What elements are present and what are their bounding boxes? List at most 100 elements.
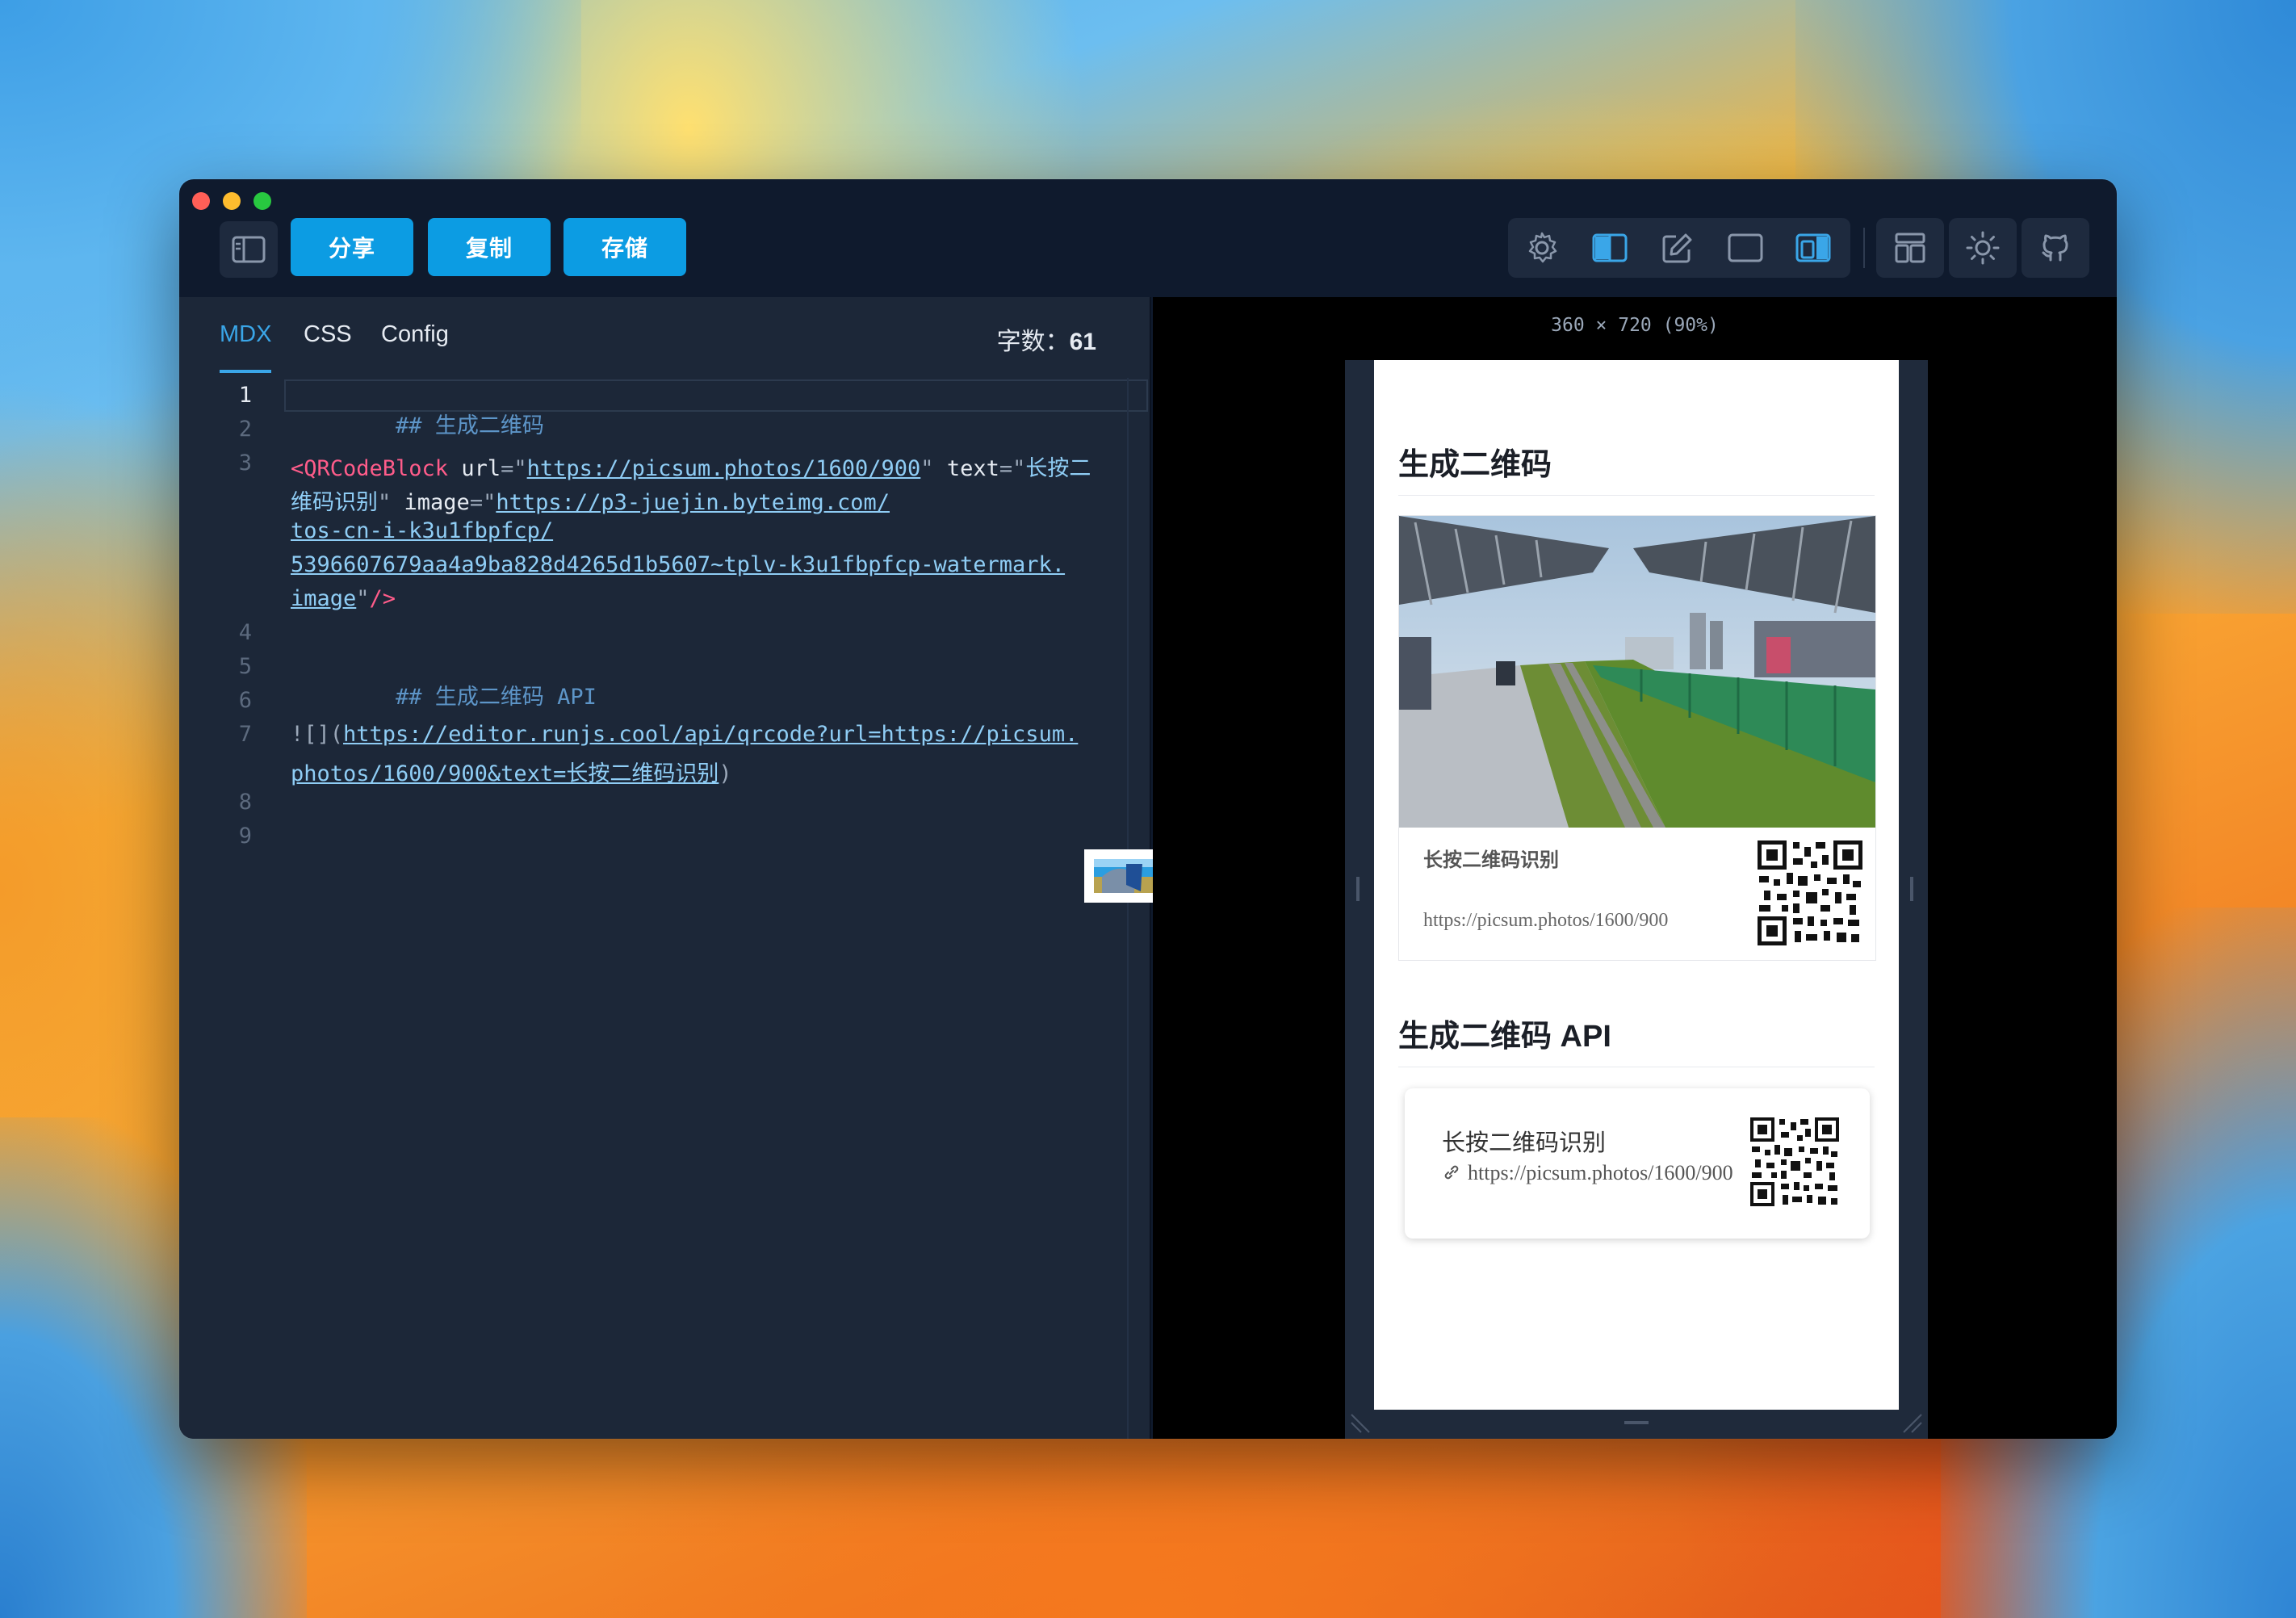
tab-config[interactable]: Config	[381, 321, 449, 348]
code-token: ="	[501, 456, 527, 481]
code-link[interactable]: https://p3-juejin.byteimg.com/	[496, 490, 890, 515]
sun-icon	[1966, 231, 2000, 265]
code-token: image	[391, 490, 470, 515]
code-token: "	[920, 456, 934, 481]
save-button[interactable]: 存储	[564, 218, 686, 276]
qr-code-block: 长按二维码识别 https://picsum.photos/1600/900	[1398, 515, 1876, 961]
code-token: ![](	[291, 722, 344, 747]
qr-caption: 长按二维码识别	[1423, 849, 1559, 871]
code-token: text	[933, 456, 999, 481]
line-number: 4	[238, 620, 252, 645]
code-link[interactable]: 5396607679aa4a9ba828d4265d1b5607~tplv-k3…	[291, 552, 1065, 577]
code-link[interactable]: https://editor.runjs.cool/api/qrcode?url…	[343, 722, 1078, 747]
qr-code-icon	[1758, 840, 1862, 945]
line-number: 5	[238, 654, 252, 679]
api-card-url: https://picsum.photos/1600/900	[1468, 1161, 1733, 1184]
sidebar-icon	[232, 236, 266, 263]
line-number: 2	[238, 417, 252, 442]
code-token: ## 生成二维码 API	[396, 685, 597, 710]
preview-pane: 360 × 720 (90%) 生成二维码 长按二维码识别 https://pi…	[1153, 297, 2117, 1439]
preview-heading: 生成二维码	[1398, 439, 1875, 496]
edit-icon	[1662, 233, 1692, 263]
code-line-7-wrap-1: photos/1600/900&text=长按二维码识别)	[291, 756, 732, 787]
code-token: url	[448, 456, 501, 481]
api-card-link[interactable]: https://picsum.photos/1600/900	[1442, 1161, 1741, 1185]
code-token: "	[378, 490, 392, 515]
station-photo	[1399, 516, 1875, 828]
window-icon	[1728, 233, 1763, 262]
resize-handle-bottom[interactable]	[1624, 1421, 1649, 1424]
share-button[interactable]: 分享	[291, 218, 413, 276]
word-count-value: 61	[1069, 329, 1096, 355]
app-window: 分享 复制 存储 MDX CSS Config 字数：61 1 2 3 4 5 …	[179, 179, 2117, 1439]
code-token: "	[356, 586, 370, 611]
code-token: ="	[469, 490, 496, 515]
editor-pane: MDX CSS Config 字数：61 1 2 3 4 5 6 7 8 9 #…	[179, 297, 1151, 1439]
zoom-window-button[interactable]	[253, 192, 271, 210]
code-token: ="	[999, 456, 1026, 481]
line-number: 7	[238, 722, 252, 747]
resize-corner-bottom-right[interactable]	[1900, 1411, 1925, 1436]
line-number: 3	[238, 451, 252, 476]
mobile-view-icon	[1795, 233, 1831, 262]
toolbar-divider	[1863, 228, 1865, 268]
api-card-title: 长按二维码识别	[1442, 1130, 1607, 1156]
code-token: <QRCodeBlock	[291, 456, 449, 481]
code-line-3-wrap-3: 5396607679aa4a9ba828d4265d1b5607~tplv-k3…	[291, 552, 1065, 577]
code-token: 长按二	[1025, 456, 1091, 481]
code-token: ## 生成二维码	[396, 413, 544, 438]
word-count-label: 字数：	[996, 329, 1070, 355]
layout-button-inner	[1876, 218, 1944, 278]
theme-toggle-inner	[1949, 218, 2017, 278]
resize-handle-left[interactable]	[1356, 877, 1360, 901]
line-number: 6	[238, 688, 252, 713]
theme-toggle-button[interactable]	[1949, 218, 2017, 278]
qr-url[interactable]: https://picsum.photos/1600/900	[1423, 910, 1668, 932]
code-token: 维码识别	[291, 490, 378, 515]
resize-corner-bottom-left[interactable]	[1348, 1411, 1372, 1436]
view-mode-group	[1508, 218, 1850, 278]
mobile-preview-screen: 生成二维码 长按二维码识别 https://picsum.photos/1600…	[1374, 360, 1899, 1410]
editor-scrollbar[interactable]	[1127, 378, 1129, 1439]
device-frame: 生成二维码 长按二维码识别 https://picsum.photos/1600…	[1345, 360, 1928, 1439]
code-link[interactable]: https://picsum.photos/1600/900	[527, 456, 921, 481]
tab-css[interactable]: CSS	[304, 321, 352, 348]
code-link[interactable]: image	[291, 586, 356, 611]
resize-handle-right[interactable]	[1910, 877, 1913, 901]
code-link[interactable]: tos-cn-i-k3u1fbpfcp/	[291, 518, 553, 543]
split-view-button[interactable]	[1576, 218, 1644, 278]
qr-api-card: 长按二维码识别 https://picsum.photos/1600/900	[1405, 1088, 1870, 1239]
layout-button[interactable]	[1876, 218, 1944, 278]
mobile-preview-button[interactable]	[1779, 218, 1847, 278]
gear-icon	[1528, 232, 1557, 263]
toolbar: 分享 复制 存储	[179, 218, 2117, 291]
code-line-3: <QRCodeBlock url="https://picsum.photos/…	[291, 451, 1091, 482]
close-window-button[interactable]	[192, 192, 210, 210]
qr-code-icon	[1750, 1117, 1839, 1206]
code-token: />	[369, 586, 396, 611]
code-line-3-wrap-1: 维码识别" image="https://p3-juejin.byteimg.c…	[291, 484, 890, 516]
preview-only-button[interactable]	[1712, 218, 1779, 278]
word-count: 字数：61	[997, 321, 1096, 357]
sidebar-toggle-button[interactable]	[220, 221, 278, 278]
line-number: 1	[238, 383, 252, 408]
github-button-inner	[2022, 218, 2089, 278]
link-icon	[1444, 1165, 1459, 1180]
layout-icon	[1895, 233, 1925, 263]
window-controls	[192, 192, 271, 210]
tab-mdx[interactable]: MDX	[220, 321, 271, 348]
editor-tabs: MDX CSS Config 字数：61	[179, 297, 1150, 376]
code-line-7: ![](https://editor.runjs.cool/api/qrcode…	[291, 722, 1078, 747]
preview-dimensions: 360 × 720 (90%)	[1551, 315, 1719, 336]
preview-heading-api: 生成二维码 API	[1398, 1011, 1875, 1067]
copy-button[interactable]: 复制	[428, 218, 551, 276]
minimize-window-button[interactable]	[223, 192, 241, 210]
line-number: 9	[238, 824, 252, 849]
code-line-3-wrap-4: image"/>	[291, 586, 396, 611]
settings-button[interactable]	[1508, 218, 1576, 278]
editor-only-button[interactable]	[1644, 218, 1712, 278]
code-editor[interactable]: 1 2 3 4 5 6 7 8 9 ## 生成二维码 <QRCodeBlock …	[179, 378, 1150, 1439]
active-tab-indicator	[220, 370, 271, 373]
github-button[interactable]	[2022, 218, 2089, 278]
code-link[interactable]: photos/1600/900&text=长按二维码识别	[291, 761, 719, 786]
